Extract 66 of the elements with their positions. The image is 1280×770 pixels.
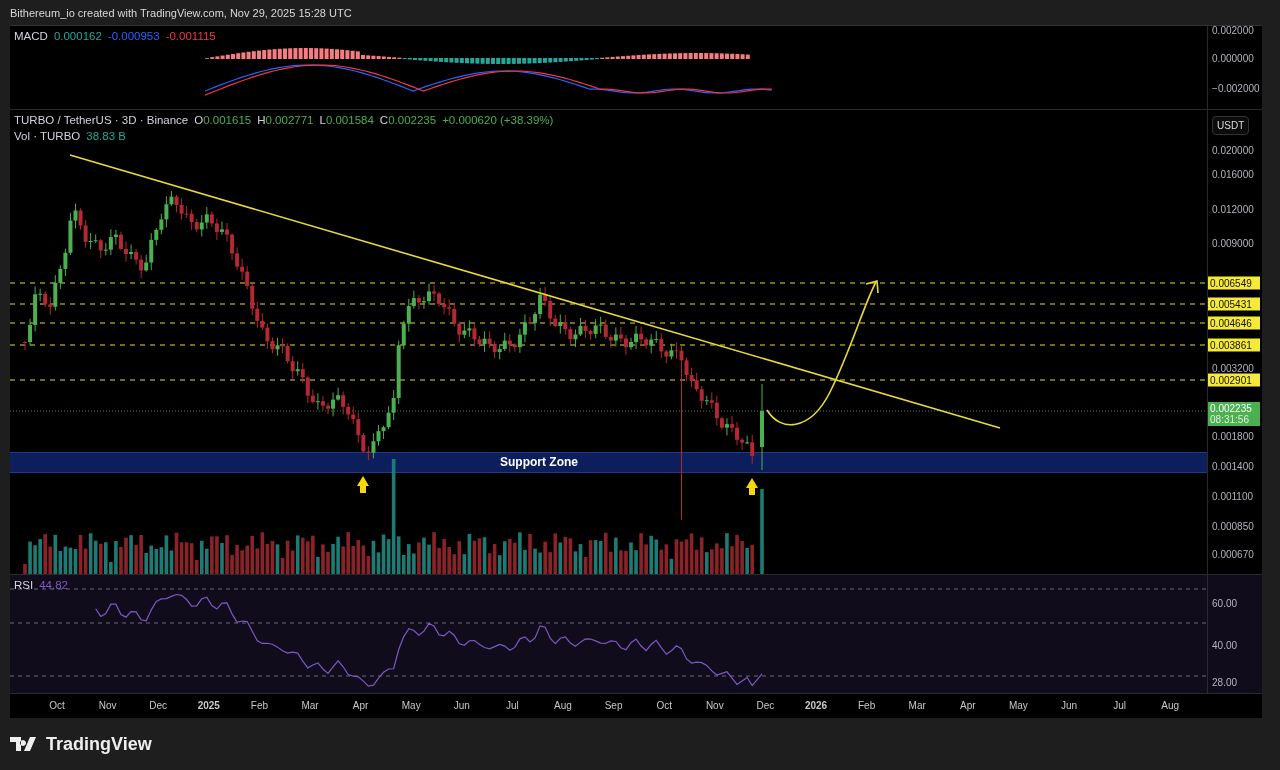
axis-label: 0.000000: [1212, 52, 1254, 64]
axis-label: 0.003200: [1212, 362, 1254, 374]
time-axis-label: 2026: [804, 700, 828, 711]
price-level-label: 0.006549: [1208, 276, 1261, 290]
time-axis-label: Jul: [506, 700, 519, 711]
volume-label: Vol · TURBO: [14, 130, 81, 142]
axis-label: 0.009000: [1212, 237, 1254, 249]
price-level-label: 0.005431: [1208, 297, 1261, 311]
time-axis-label: Apr: [960, 700, 976, 711]
axis-label: 0.001100: [1212, 490, 1253, 502]
chart-credit: Bithereum_io created with TradingView.com, Nov 29, 2025 15:28 UTC: [9, 5, 353, 21]
time-axis-label: Aug: [554, 700, 572, 711]
time-axis-label: Jul: [1113, 700, 1126, 711]
zone-label: Support Zone: [500, 454, 578, 471]
axis-label: 0.002000: [1212, 24, 1254, 36]
time-axis-label: Apr: [352, 700, 369, 711]
indicator-value: -0.001115: [165, 30, 216, 42]
time-axis-label: Sep: [604, 700, 623, 711]
time-axis-label: Dec: [149, 700, 168, 711]
time-axis-label: Dec: [756, 700, 775, 711]
time-axis-label: Aug: [1161, 700, 1180, 711]
ohlc-value: O0.001615: [194, 114, 252, 126]
time-axis-label: May: [1008, 700, 1028, 711]
time-axis-label: 2025: [197, 700, 220, 711]
time-axis-label: Jun: [1060, 700, 1078, 711]
symbol-label: TURBO / TetherUS · 3D · Binance: [14, 114, 189, 126]
axis-label: 0.016000: [1212, 168, 1254, 180]
ohlc-value: L0.001584: [319, 114, 374, 126]
time-axis-label: Nov: [98, 700, 117, 711]
indicator-label: MACD: [14, 30, 48, 42]
axis-label: 28.00: [1212, 676, 1238, 688]
indicator-label: RSI: [14, 579, 34, 591]
axis-label: 0.000850: [1212, 520, 1254, 532]
axis-label: 0.020000: [1212, 144, 1254, 156]
time-axis-label: May: [401, 700, 421, 711]
up-arrow-icon: [357, 476, 369, 493]
countdown: 08:31:56: [1210, 414, 1250, 425]
indicator-value: 44.82: [39, 579, 68, 591]
axis-label: 0.001400: [1212, 460, 1254, 472]
time-axis-label: Oct: [656, 700, 672, 711]
price-level-label: 0.003861: [1208, 338, 1261, 352]
indicator-value: 0.000162: [53, 30, 102, 42]
axis-label: 40.00: [1212, 639, 1238, 651]
currency-button[interactable]: USDT: [1212, 116, 1250, 135]
time-axis-label: Feb: [858, 700, 876, 711]
time-axis-label: Feb: [250, 700, 268, 711]
time-axis-label: Nov: [705, 700, 724, 711]
axis-label: 60.00: [1212, 597, 1238, 609]
axis-label: 0.000670: [1212, 548, 1254, 560]
axis-label: 0.001800: [1212, 430, 1254, 442]
up-arrow-icon: [746, 478, 758, 495]
ohlc-value: H0.002771: [257, 114, 314, 126]
time-axis-label: Mar: [908, 700, 926, 711]
axis-label: 0.012000: [1212, 203, 1254, 215]
time-axis-label: Jun: [453, 700, 470, 711]
time-axis-label: Oct: [49, 700, 65, 711]
price-level-label: 0.004646: [1208, 316, 1261, 330]
price-level-label: 0.002901: [1208, 373, 1261, 387]
time-axis-label: Mar: [301, 700, 319, 711]
volume-value: 38.83 B: [86, 130, 126, 142]
axis-label: −0.002000: [1212, 82, 1260, 94]
indicator-value: -0.000953: [107, 30, 160, 42]
brand-name: TradingView: [46, 733, 152, 755]
price-change: +0.000620 (+38.39%): [442, 114, 554, 126]
last-price: 0.002235: [1210, 403, 1253, 414]
ohlc-value: C0.002235: [379, 114, 437, 126]
